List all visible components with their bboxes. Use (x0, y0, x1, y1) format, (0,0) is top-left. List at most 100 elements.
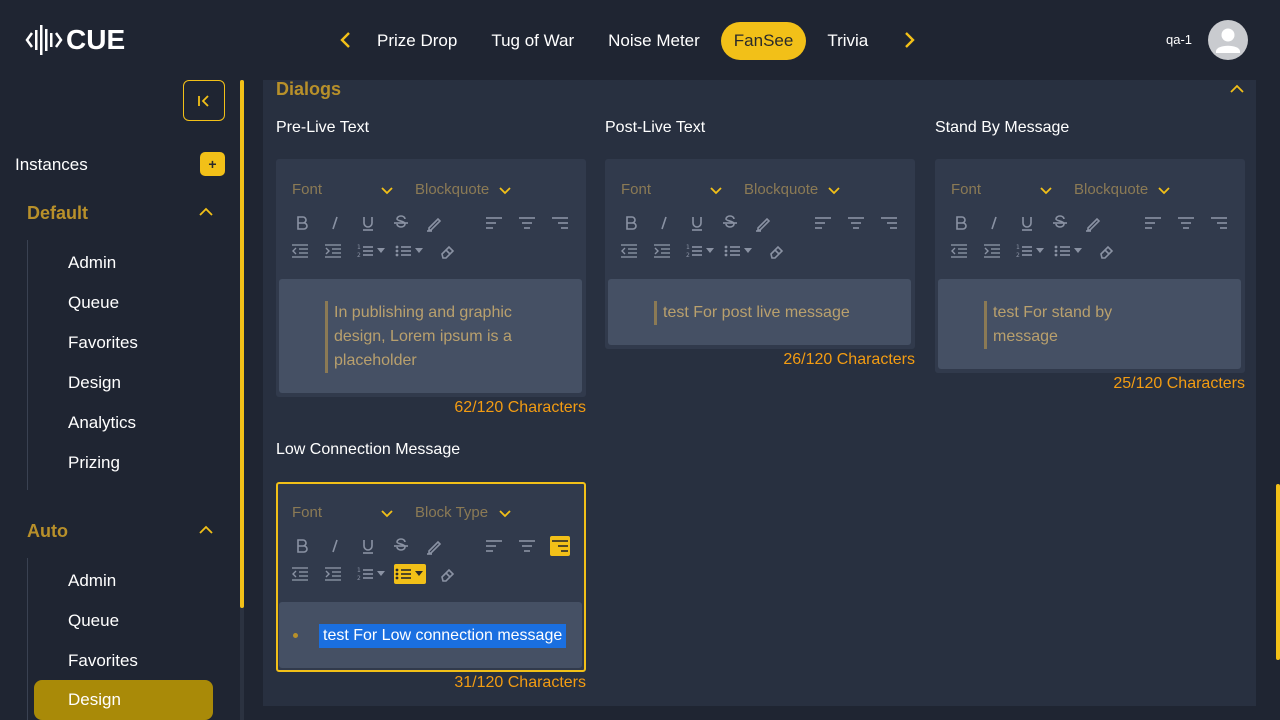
font-select[interactable]: Font (292, 181, 322, 198)
tab-trivia[interactable]: Trivia (814, 22, 881, 60)
italic-icon[interactable] (984, 213, 1004, 233)
chevron-down-icon[interactable] (380, 507, 394, 521)
underline-icon[interactable] (1017, 213, 1037, 233)
ordered-list-icon[interactable]: 12 (685, 241, 717, 261)
strikethrough-icon[interactable] (1050, 213, 1070, 233)
block-type-select[interactable]: Blockquote (744, 181, 818, 198)
indent-icon[interactable] (323, 564, 343, 584)
chevron-up-icon[interactable] (197, 521, 215, 539)
chevron-down-icon[interactable] (1039, 184, 1053, 198)
align-center-icon[interactable] (1176, 213, 1196, 233)
rich-text-editor[interactable]: Font Blockquote 1 2 test For stand by messag… (935, 159, 1245, 373)
chevron-down-icon[interactable] (1157, 184, 1171, 198)
align-left-icon[interactable] (1143, 213, 1163, 233)
align-right-icon[interactable] (879, 213, 899, 233)
font-select[interactable]: Font (292, 504, 322, 521)
bold-icon[interactable] (621, 213, 641, 233)
indent-icon[interactable] (982, 241, 1002, 261)
avatar[interactable] (1208, 20, 1248, 60)
rich-text-editor[interactable]: Font Blockquote 1 2 test For post live messa… (605, 159, 915, 349)
align-left-icon[interactable] (484, 213, 504, 233)
font-select[interactable]: Font (951, 181, 981, 198)
selected-text[interactable]: test For Low connection message (319, 624, 567, 648)
editor-content[interactable]: test For stand by message (938, 279, 1241, 369)
align-right-icon[interactable] (550, 536, 570, 556)
outdent-icon[interactable] (290, 564, 310, 584)
chevron-down-icon[interactable] (827, 184, 841, 198)
highlight-icon[interactable] (424, 213, 444, 233)
unordered-list-icon[interactable] (394, 564, 426, 584)
eraser-icon[interactable] (438, 241, 458, 261)
block-type-select[interactable]: Blockquote (415, 181, 489, 198)
chevron-right-icon[interactable] (897, 28, 921, 52)
bold-icon[interactable] (951, 213, 971, 233)
tab-noise-meter[interactable]: Noise Meter (595, 22, 713, 60)
chevron-down-icon[interactable] (498, 507, 512, 521)
sidebar-item-analytics[interactable]: Analytics (68, 413, 136, 433)
tab-prize-drop[interactable]: Prize Drop (364, 22, 470, 60)
sidebar-item-admin[interactable]: Admin (68, 253, 116, 273)
bold-icon[interactable] (292, 536, 312, 556)
sidebar-item-design[interactable]: Design (68, 373, 121, 393)
ordered-list-icon[interactable]: 12 (356, 564, 388, 584)
outdent-icon[interactable] (619, 241, 639, 261)
italic-icon[interactable] (654, 213, 674, 233)
chevron-down-icon[interactable] (709, 184, 723, 198)
align-right-icon[interactable] (550, 213, 570, 233)
underline-icon[interactable] (358, 213, 378, 233)
outdent-icon[interactable] (290, 241, 310, 261)
indent-icon[interactable] (652, 241, 672, 261)
chevron-down-icon[interactable] (380, 184, 394, 198)
outdent-icon[interactable] (949, 241, 969, 261)
underline-icon[interactable] (687, 213, 707, 233)
main-scrollbar-thumb[interactable] (1276, 484, 1280, 660)
strikethrough-icon[interactable] (391, 213, 411, 233)
bold-icon[interactable] (292, 213, 312, 233)
chevron-up-icon[interactable] (197, 203, 215, 221)
block-type-select[interactable]: Block Type (415, 504, 488, 521)
highlight-icon[interactable] (424, 536, 444, 556)
eraser-icon[interactable] (1097, 241, 1117, 261)
block-type-select[interactable]: Blockquote (1074, 181, 1148, 198)
italic-icon[interactable] (325, 536, 345, 556)
sidebar-item-admin[interactable]: Admin (68, 571, 116, 591)
eraser-icon[interactable] (438, 564, 458, 584)
indent-icon[interactable] (323, 241, 343, 261)
align-right-icon[interactable] (1209, 213, 1229, 233)
sidebar-item-queue[interactable]: Queue (68, 611, 119, 631)
chevron-up-icon[interactable] (1228, 80, 1246, 98)
group-title-auto[interactable]: Auto (27, 521, 68, 542)
sidebar-item-prizing[interactable]: Prizing (68, 453, 120, 473)
sidebar-scrollbar-thumb[interactable] (240, 80, 244, 608)
editor-content[interactable]: test For Low connection message (279, 602, 582, 668)
strikethrough-icon[interactable] (720, 213, 740, 233)
align-center-icon[interactable] (517, 536, 537, 556)
sidebar-item-queue[interactable]: Queue (68, 293, 119, 313)
rich-text-editor[interactable]: Font Blockquote 1 2 In publishing and graph… (276, 159, 586, 397)
unordered-list-icon[interactable] (723, 241, 755, 261)
align-center-icon[interactable] (517, 213, 537, 233)
tab-fansee[interactable]: FanSee (720, 22, 807, 60)
underline-icon[interactable] (358, 536, 378, 556)
unordered-list-icon[interactable] (1053, 241, 1085, 261)
align-left-icon[interactable] (484, 536, 504, 556)
ordered-list-icon[interactable]: 12 (1015, 241, 1047, 261)
tab-tug-of-war[interactable]: Tug of War (478, 22, 587, 60)
collapse-sidebar-button[interactable] (183, 80, 225, 121)
chevron-left-icon[interactable] (334, 28, 358, 52)
editor-content[interactable]: test For post live message (608, 279, 911, 345)
app-logo[interactable]: CUE (24, 20, 125, 60)
unordered-list-icon[interactable] (394, 241, 426, 261)
eraser-icon[interactable] (767, 241, 787, 261)
align-center-icon[interactable] (846, 213, 866, 233)
highlight-icon[interactable] (753, 213, 773, 233)
ordered-list-icon[interactable]: 12 (356, 241, 388, 261)
sidebar-item-favorites[interactable]: Favorites (68, 651, 138, 671)
rich-text-editor[interactable]: Font Block Type 1 2 test For Low connection … (276, 482, 586, 672)
sidebar-item-design-active[interactable]: Design (34, 680, 213, 720)
highlight-icon[interactable] (1083, 213, 1103, 233)
group-title-default[interactable]: Default (27, 203, 88, 224)
italic-icon[interactable] (325, 213, 345, 233)
chevron-down-icon[interactable] (498, 184, 512, 198)
strikethrough-icon[interactable] (391, 536, 411, 556)
